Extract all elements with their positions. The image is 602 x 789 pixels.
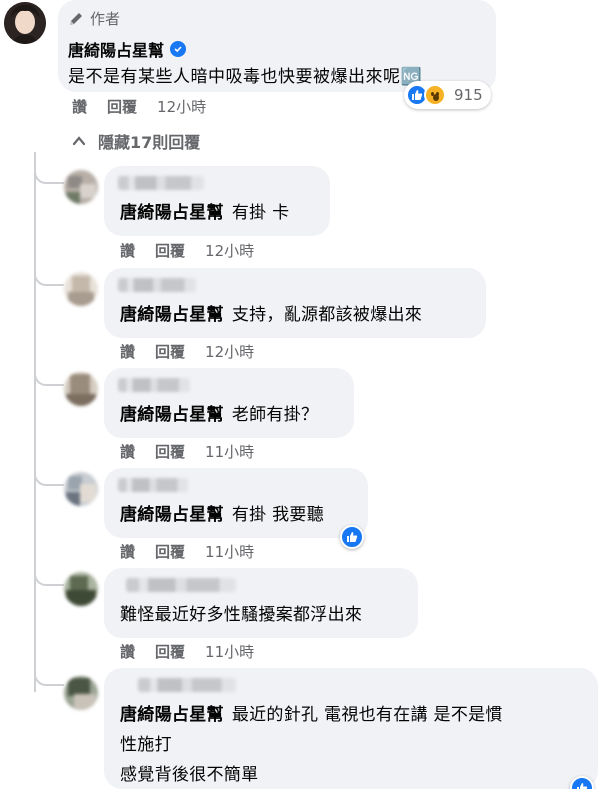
mention[interactable]: 唐綺陽占星幫: [120, 203, 224, 223]
blurred-username: [118, 378, 190, 392]
like-button[interactable]: 讚: [120, 341, 135, 362]
author-name-row: 唐綺陽占星幫: [68, 37, 187, 61]
reply-connector: [34, 362, 64, 386]
reply-actions: 讚 回覆 12小時: [120, 240, 254, 261]
reply-text: 唐綺陽占星幫 有掛 卡: [120, 203, 290, 223]
reply-connector: [34, 262, 64, 286]
reply-button[interactable]: 回覆: [155, 240, 185, 261]
author-avatar[interactable]: [4, 2, 46, 44]
reply-connector: [34, 462, 64, 486]
thumbs-up-icon[interactable]: [340, 525, 364, 549]
like-button[interactable]: 讚: [120, 641, 135, 662]
comment-time[interactable]: 12小時: [205, 341, 254, 362]
chevron-up-icon: [72, 136, 86, 146]
mention[interactable]: 唐綺陽占星幫: [120, 305, 224, 325]
reply-avatar[interactable]: [64, 676, 98, 710]
mention[interactable]: 唐綺陽占星幫: [120, 505, 224, 525]
hide-replies-label: 隱藏17則回覆: [98, 133, 201, 152]
mention[interactable]: 唐綺陽占星幫: [120, 405, 224, 425]
reply-bubble: 唐綺陽占星幫 老師有掛？: [104, 368, 354, 438]
like-button[interactable]: 讚: [120, 441, 135, 462]
wow-face-icon: [424, 84, 446, 106]
reply-bubble: 唐綺陽占星幫 有掛 卡: [104, 166, 330, 236]
blurred-username: [126, 578, 236, 592]
verified-badge-icon: [170, 41, 187, 57]
reply-actions: 讚 回覆 12小時: [120, 341, 254, 362]
thread-line: [34, 152, 36, 692]
reaction-count: 915: [454, 86, 483, 104]
comment-time[interactable]: 11小時: [205, 641, 254, 662]
author-badge: 作者: [68, 8, 120, 29]
reply-actions: 讚 回覆 11小時: [120, 641, 254, 662]
blurred-username: [138, 678, 236, 692]
reply-connector: [34, 562, 64, 586]
comment-time[interactable]: 12小時: [157, 96, 206, 117]
reply-text: 唐綺陽占星幫 支持，亂源都該被爆出來: [120, 305, 423, 325]
like-button[interactable]: 讚: [72, 96, 87, 117]
blurred-username: [118, 278, 196, 292]
reply-button[interactable]: 回覆: [155, 641, 185, 662]
reply-bubble: 唐綺陽占星幫 支持，亂源都該被爆出來: [104, 268, 486, 338]
reply-button[interactable]: 回覆: [155, 441, 185, 462]
blurred-username: [118, 478, 188, 492]
reply-avatar[interactable]: [64, 572, 98, 606]
hide-replies-toggle[interactable]: 隱藏17則回覆: [72, 129, 200, 153]
reply-connector: [34, 662, 64, 686]
reply-avatar[interactable]: [64, 170, 98, 204]
reply-button[interactable]: 回覆: [155, 541, 185, 562]
reply-avatar[interactable]: [64, 372, 98, 406]
like-button[interactable]: 讚: [120, 240, 135, 261]
author-badge-label: 作者: [90, 10, 121, 28]
comment-time[interactable]: 11小時: [205, 441, 254, 462]
reply-button[interactable]: 回覆: [155, 341, 185, 362]
reply-text: 難怪最近好多性騷擾案都浮出來: [120, 605, 363, 625]
reply-text: 唐綺陽占星幫 老師有掛？: [120, 405, 319, 425]
like-button[interactable]: 讚: [120, 541, 135, 562]
reply-connector: [34, 160, 64, 184]
author-comment-actions: 讚 回覆 12小時: [72, 96, 206, 117]
author-comment-text: 是不是有某些人暗中吸毒也快要被爆出來呢🆖: [68, 67, 423, 87]
reply-bubble: 唐綺陽占星幫 最近的針孔 電視也有在講 是不是慣 性施打 感覺背後很不簡單: [104, 668, 598, 789]
pen-icon: [70, 12, 82, 25]
reply-actions: 讚 回覆 11小時: [120, 441, 254, 462]
comment-time[interactable]: 12小時: [205, 240, 254, 261]
reply-text: 唐綺陽占星幫 最近的針孔 電視也有在講 是不是慣 性施打 感覺背後很不簡單: [120, 705, 503, 785]
reply-bubble: 難怪最近好多性騷擾案都浮出來: [104, 568, 418, 638]
author-name[interactable]: 唐綺陽占星幫: [68, 37, 164, 61]
reply-button[interactable]: 回覆: [107, 96, 137, 117]
reply-text: 唐綺陽占星幫 有掛 我要聽: [120, 505, 325, 525]
mention[interactable]: 唐綺陽占星幫: [120, 705, 224, 725]
reaction-summary[interactable]: 915: [404, 81, 491, 109]
reply-bubble: 唐綺陽占星幫 有掛 我要聽: [104, 468, 368, 538]
comment-time[interactable]: 11小時: [205, 541, 254, 562]
comment-thread: 作者 唐綺陽占星幫 是不是有某些人暗中吸毒也快要被爆出來呢🆖 915 讚 回覆 …: [0, 0, 602, 789]
reply-avatar[interactable]: [64, 472, 98, 506]
reply-actions: 讚 回覆 11小時: [120, 541, 254, 562]
reply-avatar[interactable]: [64, 272, 98, 306]
blurred-username: [118, 176, 204, 190]
